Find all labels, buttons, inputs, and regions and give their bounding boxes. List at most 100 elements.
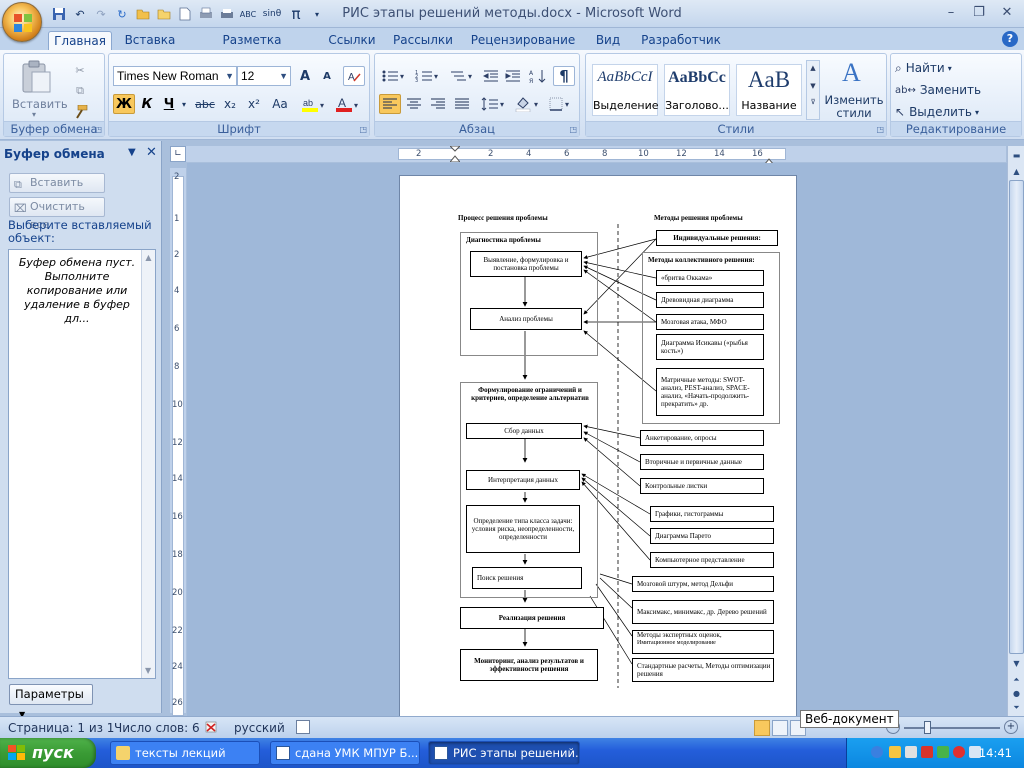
document-page[interactable]: Процесс решения проблемы Методы решения … bbox=[399, 175, 797, 716]
style-tile-title[interactable]: AaB Название bbox=[736, 64, 802, 116]
taskbar-item-umk[interactable]: сдана УМК МПУР Б... bbox=[270, 741, 420, 765]
chevron-up-icon[interactable]: ▲ bbox=[1009, 164, 1024, 179]
select-button[interactable]: ↖ Выделить ▾ bbox=[895, 102, 985, 122]
numbering-icon[interactable]: 1 2 3 ▾ bbox=[413, 66, 443, 86]
zoom-slider[interactable] bbox=[904, 721, 1000, 734]
align-right-icon[interactable] bbox=[427, 94, 449, 114]
pane-options-icon[interactable]: ▼ bbox=[128, 147, 136, 158]
taskbar-item-active-doc[interactable]: РИС этапы решений... bbox=[428, 741, 580, 765]
start-button[interactable]: пуск bbox=[0, 738, 96, 768]
ruler-toggle-icon[interactable]: ∟ bbox=[170, 146, 186, 162]
status-language[interactable]: русский bbox=[234, 721, 285, 735]
full-screen-view-icon[interactable] bbox=[772, 720, 788, 736]
underline-dropdown-icon[interactable]: ▾ bbox=[179, 94, 189, 114]
tab-insert[interactable]: Вставка bbox=[120, 31, 180, 50]
browse-object-icon[interactable]: ● bbox=[1009, 686, 1024, 701]
pane-list-scrollbar[interactable]: ▲ ▼ bbox=[141, 250, 155, 678]
borders-icon[interactable]: ▾ bbox=[547, 94, 577, 114]
italic-button[interactable]: К bbox=[137, 94, 157, 114]
bold-button[interactable]: Ж bbox=[113, 94, 135, 114]
copy-icon[interactable]: ⧉ bbox=[70, 81, 90, 101]
font-launcher-icon[interactable]: ◳ bbox=[359, 125, 367, 134]
status-words[interactable]: Число слов: 6 bbox=[114, 721, 200, 735]
chevron-down-icon[interactable]: ▼ bbox=[1009, 656, 1024, 671]
close-icon[interactable]: ✕ bbox=[146, 145, 157, 160]
help-icon[interactable]: ? bbox=[1002, 31, 1018, 47]
minimize-icon[interactable]: – bbox=[938, 2, 964, 22]
office-button[interactable] bbox=[2, 2, 42, 42]
find-button[interactable]: ⌕ Найти ▾ bbox=[895, 58, 975, 78]
highlight-color-icon[interactable]: ab ▾ bbox=[299, 94, 329, 114]
align-left-icon[interactable] bbox=[379, 94, 401, 114]
font-size-combo[interactable]: 12 ▼ bbox=[237, 66, 291, 86]
format-painter-icon[interactable] bbox=[70, 102, 90, 122]
show-marks-icon[interactable]: ¶ bbox=[553, 66, 575, 86]
styles-gallery-scroll[interactable]: ▲ ▼ ⊽ bbox=[806, 60, 820, 120]
split-icon[interactable]: ▬ bbox=[1009, 148, 1024, 163]
tab-developer[interactable]: Разработчик bbox=[638, 31, 724, 50]
replace-button[interactable]: ab↔ Заменить bbox=[895, 80, 985, 100]
vertical-scrollbar[interactable]: ▬ ▲ ▼ ⏶ ● ⏷ bbox=[1007, 146, 1024, 716]
horizontal-ruler[interactable]: 2 2 4 6 8 10 12 14 16 bbox=[186, 145, 1006, 166]
clear-all-button[interactable]: ⌧ Очистить все bbox=[9, 197, 105, 231]
tab-page-layout[interactable]: Разметка страницы bbox=[192, 31, 312, 65]
spell-check-icon[interactable] bbox=[204, 720, 220, 734]
styles-launcher-icon[interactable]: ◳ bbox=[876, 125, 884, 134]
macro-record-icon[interactable] bbox=[296, 720, 310, 734]
cut-icon[interactable]: ✂ bbox=[70, 60, 90, 80]
font-name-combo[interactable]: Times New Roman ▼ bbox=[113, 66, 237, 86]
paragraph-launcher-icon[interactable]: ◳ bbox=[569, 125, 577, 134]
align-center-icon[interactable] bbox=[403, 94, 425, 114]
multilevel-list-icon[interactable]: ▾ bbox=[447, 66, 477, 86]
status-page[interactable]: Страница: 1 из 1 bbox=[8, 721, 114, 735]
zoom-in-icon[interactable]: + bbox=[1004, 720, 1018, 734]
underline-button[interactable]: Ч bbox=[159, 94, 179, 114]
tab-view[interactable]: Вид bbox=[590, 31, 626, 50]
tray-chevron-icon[interactable] bbox=[871, 746, 883, 758]
document-area[interactable]: Процесс решения проблемы Методы решения … bbox=[187, 163, 1007, 716]
clear-formatting-icon[interactable]: A bbox=[343, 66, 365, 86]
tray-opera-icon[interactable] bbox=[953, 746, 965, 758]
restore-icon[interactable]: ❐ bbox=[966, 2, 992, 22]
style-tile-emphasis[interactable]: AaBbCcI Выделение bbox=[592, 64, 659, 116]
previous-page-icon[interactable]: ⏶ bbox=[1009, 672, 1024, 687]
clipboard-items-list[interactable]: Буфер обмена пуст. Выполните копирование… bbox=[8, 249, 156, 679]
indent-marker-icon[interactable] bbox=[448, 145, 462, 163]
tray-update-icon[interactable] bbox=[937, 746, 949, 758]
clipboard-launcher-icon[interactable]: ◳ bbox=[94, 125, 102, 134]
zoom-slider-thumb[interactable] bbox=[924, 721, 931, 734]
tab-review[interactable]: Рецензирование bbox=[470, 31, 576, 50]
next-page-icon[interactable]: ⏷ bbox=[1009, 700, 1024, 715]
vertical-ruler[interactable]: 2 1 2 4 6 8 10 12 14 16 18 20 22 24 26 bbox=[170, 168, 186, 716]
decrease-indent-icon[interactable] bbox=[481, 66, 501, 86]
tray-network-icon[interactable] bbox=[889, 746, 901, 758]
close-icon[interactable]: ✕ bbox=[994, 2, 1020, 22]
print-layout-view-icon[interactable] bbox=[754, 720, 770, 736]
font-color-icon[interactable]: A ▾ bbox=[333, 94, 363, 114]
clock[interactable]: 14:41 bbox=[979, 746, 1012, 760]
taskbar-item-lectures[interactable]: тексты лекций bbox=[110, 741, 260, 765]
style-tile-heading[interactable]: AaBbCc Заголово... bbox=[664, 64, 730, 116]
paste-all-button[interactable]: ⧉ Вставить все bbox=[9, 173, 105, 207]
paste-button[interactable]: Вставить ▾ bbox=[12, 58, 68, 119]
tab-references[interactable]: Ссылки bbox=[322, 31, 382, 50]
justify-icon[interactable] bbox=[451, 94, 473, 114]
shading-icon[interactable]: ▾ bbox=[513, 94, 543, 114]
tray-monitor-icon[interactable] bbox=[905, 746, 917, 758]
tab-mailings[interactable]: Рассылки bbox=[390, 31, 456, 50]
strikethrough-button[interactable]: abc bbox=[193, 94, 217, 114]
shrink-font-button[interactable]: A bbox=[317, 66, 337, 86]
tray-antivirus-icon[interactable] bbox=[921, 746, 933, 758]
increase-indent-icon[interactable] bbox=[503, 66, 523, 86]
options-button[interactable]: Параметры ▼ bbox=[9, 684, 93, 719]
scroll-thumb[interactable] bbox=[1009, 180, 1024, 654]
sort-icon[interactable]: АЯ bbox=[527, 66, 549, 86]
subscript-button[interactable]: x₂ bbox=[219, 94, 241, 114]
grow-font-button[interactable]: A bbox=[295, 66, 315, 86]
bullets-icon[interactable]: ▾ bbox=[379, 66, 409, 86]
right-indent-marker-icon[interactable] bbox=[762, 154, 776, 166]
superscript-button[interactable]: x² bbox=[243, 94, 265, 114]
tab-home[interactable]: Главная bbox=[48, 31, 112, 50]
change-styles-button[interactable]: A Изменить стили bbox=[824, 58, 884, 120]
change-case-button[interactable]: Аа bbox=[267, 94, 293, 114]
